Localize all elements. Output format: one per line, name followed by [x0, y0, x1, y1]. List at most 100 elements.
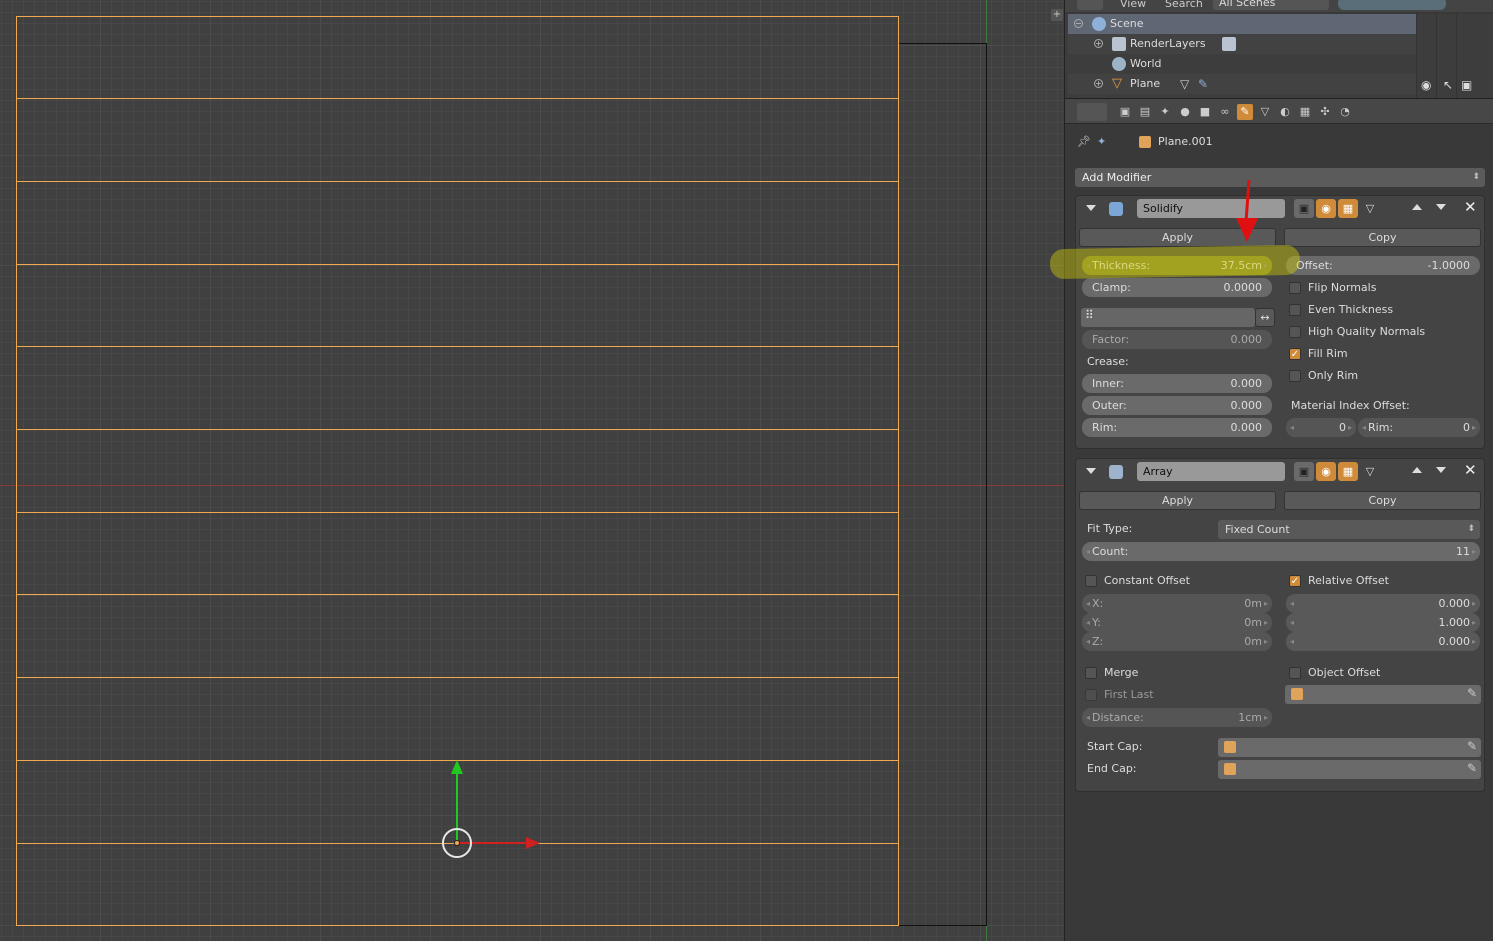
invert-vertex-group-icon[interactable]: ↔ — [1255, 308, 1275, 327]
area-corner-grip[interactable] — [1007, 13, 1039, 45]
inner-crease-field[interactable]: Inner: 0.000 — [1082, 374, 1272, 393]
plank[interactable] — [16, 264, 899, 347]
render-toggle-icon[interactable]: ▣ — [1294, 199, 1314, 218]
remove-modifier-icon[interactable]: ✕ — [1464, 461, 1477, 479]
outliner-row-plane[interactable]: + ▽ Plane ▽ ✎ — [1068, 74, 1416, 94]
offset-object-field[interactable]: ✎ — [1285, 685, 1481, 704]
eyedropper-icon[interactable]: ✎ — [1467, 686, 1477, 700]
move-up-icon[interactable] — [1412, 204, 1422, 210]
modifier-name-field[interactable]: Solidify — [1137, 199, 1285, 218]
distance-field[interactable]: ◂ Distance: 1cm ▸ — [1082, 708, 1272, 727]
constant-offset-checkbox[interactable] — [1085, 575, 1097, 587]
fit-type-dropdown[interactable]: Fixed Count ⬍ — [1218, 520, 1480, 539]
outliner-search-input[interactable] — [1338, 0, 1446, 10]
increment-arrow-icon[interactable]: ▸ — [1472, 542, 1476, 561]
physics-tab-icon[interactable]: ◔ — [1337, 104, 1353, 120]
end-cap-field[interactable]: ✎ — [1218, 760, 1481, 779]
plank[interactable] — [16, 677, 899, 760]
constant-y-field[interactable]: ◂ Y: 0m ▸ — [1082, 613, 1272, 632]
even-thickness-checkbox[interactable] — [1289, 304, 1301, 316]
increment-arrow-icon[interactable]: ▸ — [1472, 632, 1476, 651]
increment-arrow-icon[interactable]: ▸ — [1472, 594, 1476, 613]
decrement-arrow-icon[interactable]: ◂ — [1290, 594, 1294, 613]
data-tab-icon[interactable]: ▽ — [1257, 104, 1273, 120]
decrement-arrow-icon[interactable]: ◂ — [1290, 632, 1294, 651]
eyedropper-icon[interactable]: ✎ — [1467, 739, 1477, 753]
object-offset-checkbox[interactable] — [1289, 667, 1301, 679]
cursor-select-icon[interactable]: ↖ — [1443, 78, 1453, 92]
plank[interactable] — [16, 16, 899, 99]
increment-arrow-icon[interactable]: ▸ — [1472, 418, 1476, 437]
expand-icon[interactable]: + — [1094, 79, 1103, 88]
editor-type-button[interactable] — [1077, 0, 1103, 10]
first-last-checkbox[interactable] — [1085, 689, 1097, 701]
factor-field[interactable]: Factor: 0.000 — [1082, 330, 1272, 349]
render-icon[interactable] — [1222, 37, 1236, 51]
hq-normals-checkbox[interactable] — [1289, 326, 1301, 338]
constraints-tab-icon[interactable]: ∞ — [1217, 104, 1233, 120]
constant-z-field[interactable]: ◂ Z: 0m ▸ — [1082, 632, 1272, 651]
move-down-icon[interactable] — [1436, 204, 1446, 210]
offset-field[interactable]: Offset: -1.0000 — [1286, 256, 1480, 275]
decrement-arrow-icon[interactable]: ◂ — [1086, 542, 1090, 561]
plank[interactable] — [16, 181, 899, 264]
vertex-group-field[interactable]: ⠿ — [1081, 308, 1255, 327]
camera-render-icon[interactable]: ▣ — [1461, 78, 1472, 92]
fill-rim-checkbox[interactable]: ✓ — [1289, 348, 1301, 360]
scene-tab-icon[interactable]: ✦ — [1157, 104, 1173, 120]
object-tab-icon[interactable]: ■ — [1197, 104, 1213, 120]
increment-arrow-icon[interactable]: ▸ — [1264, 613, 1268, 632]
pin-icon[interactable]: 📌︎ — [1077, 132, 1091, 152]
particles-tab-icon[interactable]: ✣ — [1317, 104, 1333, 120]
plank[interactable] — [16, 429, 899, 512]
material-offset-field[interactable]: ◂ 0 ▸ — [1286, 418, 1356, 437]
texture-tab-icon[interactable]: ▦ — [1297, 104, 1313, 120]
outliner-row-renderlayers[interactable]: + RenderLayers — [1068, 34, 1416, 54]
collapse-icon[interactable]: − — [1074, 19, 1083, 28]
decrement-arrow-icon[interactable]: ◂ — [1290, 613, 1294, 632]
material-tab-icon[interactable]: ◐ — [1277, 104, 1293, 120]
editmode-toggle-icon[interactable]: ▦ — [1338, 462, 1358, 481]
plank[interactable] — [16, 594, 899, 677]
add-modifier-dropdown[interactable]: Add Modifier ⬍ — [1075, 168, 1485, 187]
mesh-data-icon[interactable]: ▽ — [1180, 77, 1194, 91]
rim-crease-field[interactable]: Rim: 0.000 — [1082, 418, 1272, 437]
world-tab-icon[interactable]: ● — [1177, 104, 1193, 120]
increment-arrow-icon[interactable]: ▸ — [1264, 594, 1268, 613]
collapse-triangle-icon[interactable] — [1086, 205, 1096, 211]
move-up-icon[interactable] — [1412, 467, 1422, 473]
viewport-toggle-icon[interactable]: ◉ — [1316, 199, 1336, 218]
increment-arrow-icon[interactable]: ▸ — [1348, 418, 1352, 437]
render-tab-icon[interactable]: ▣ — [1117, 104, 1133, 120]
decrement-arrow-icon[interactable]: ◂ — [1086, 613, 1090, 632]
relative-offset-checkbox[interactable]: ✓ — [1289, 575, 1301, 587]
outliner-row-world[interactable]: World — [1068, 54, 1416, 74]
render-toggle-icon[interactable]: ▣ — [1294, 462, 1314, 481]
modifiers-tab-icon[interactable]: ✎ — [1237, 104, 1253, 120]
collapse-triangle-icon[interactable] — [1086, 468, 1096, 474]
increment-arrow-icon[interactable]: ▸ — [1472, 613, 1476, 632]
move-down-icon[interactable] — [1436, 467, 1446, 473]
start-cap-field[interactable]: ✎ — [1218, 738, 1481, 757]
wrench-icon[interactable]: ✎ — [1198, 77, 1212, 91]
decrement-arrow-icon[interactable]: ◂ — [1086, 708, 1090, 727]
plank[interactable] — [16, 346, 899, 429]
decrement-arrow-icon[interactable]: ◂ — [1086, 632, 1090, 651]
increment-arrow-icon[interactable]: ▸ — [1264, 632, 1268, 651]
display-mode-dropdown[interactable]: All Scenes — [1213, 0, 1329, 10]
remove-modifier-icon[interactable]: ✕ — [1464, 198, 1477, 216]
eyedropper-icon[interactable]: ✎ — [1467, 761, 1477, 775]
plank[interactable] — [16, 512, 899, 595]
decrement-arrow-icon[interactable]: ◂ — [1290, 418, 1294, 437]
editmode-toggle-icon[interactable]: ▦ — [1338, 199, 1358, 218]
apply-button[interactable]: Apply — [1079, 491, 1276, 510]
eye-icon[interactable]: ◉ — [1421, 78, 1431, 92]
relative-z-field[interactable]: ◂ 0.000 ▸ — [1286, 632, 1480, 651]
decrement-arrow-icon[interactable]: ◂ — [1086, 594, 1090, 613]
copy-button[interactable]: Copy — [1284, 491, 1481, 510]
cage-toggle-icon[interactable]: ▽ — [1360, 199, 1380, 218]
plank[interactable] — [16, 98, 899, 181]
editor-type-button[interactable] — [1077, 103, 1107, 121]
outliner-row-scene[interactable]: − Scene — [1068, 14, 1416, 34]
viewport-split-icon[interactable]: + — [1051, 9, 1063, 21]
